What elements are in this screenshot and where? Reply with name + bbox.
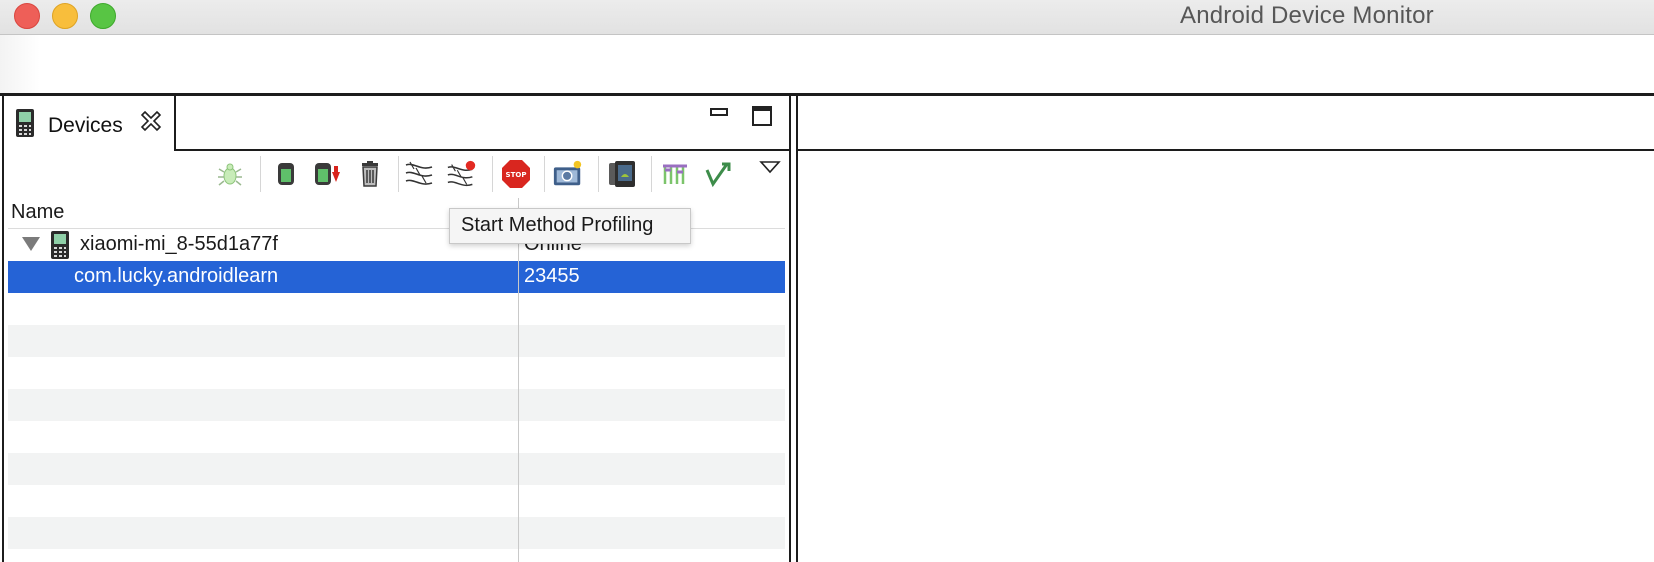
view-menu-icon[interactable]	[759, 160, 781, 179]
main-toolbar	[0, 35, 1654, 93]
process-pid: 23455	[524, 265, 580, 287]
dump-hprof-icon[interactable]	[312, 158, 344, 190]
column-divider[interactable]	[518, 198, 519, 562]
minimize-window-button[interactable]	[52, 3, 78, 29]
title-bar: Android Device Monitor	[0, 0, 1654, 35]
tab-devices-label: Devices	[48, 114, 123, 137]
tooltip: Start Method Profiling	[449, 208, 691, 244]
debug-process-icon[interactable]	[214, 158, 246, 190]
table-row-empty	[8, 389, 785, 421]
tab-devices[interactable]: Devices	[4, 96, 176, 151]
table-row-empty	[8, 517, 785, 549]
maximize-view-button[interactable]	[752, 106, 772, 126]
devices-toolbar: STOP	[4, 152, 785, 198]
table-row-empty	[8, 453, 785, 485]
start-opengl-trace-icon[interactable]	[702, 158, 734, 190]
systrace-icon[interactable]	[660, 158, 692, 190]
dump-view-hierarchy-icon[interactable]	[607, 158, 639, 190]
table-row-empty	[8, 485, 785, 517]
svg-text:STOP: STOP	[506, 171, 527, 179]
tab-baseline	[174, 149, 789, 151]
stop-process-icon[interactable]: STOP	[500, 158, 532, 190]
collapse-triangle-icon[interactable]	[22, 237, 40, 251]
table-row-process[interactable]: com.lucky.androidlearn 23455	[8, 261, 785, 293]
close-tab-icon[interactable]	[140, 110, 162, 137]
cause-gc-icon[interactable]	[354, 158, 386, 190]
minimize-view-button[interactable]	[710, 108, 728, 116]
editor-area	[796, 96, 1654, 562]
table-row-empty	[8, 421, 785, 453]
table-row-empty	[8, 293, 785, 325]
tab-baseline	[798, 149, 1654, 151]
close-window-button[interactable]	[14, 3, 40, 29]
window-title: Android Device Monitor	[1180, 2, 1434, 29]
screen-capture-icon[interactable]	[552, 158, 584, 190]
table-row-empty	[8, 325, 785, 357]
devices-view: Devices STOP Name xiaomi-mi_8-55d1a77f O…	[2, 96, 791, 562]
process-name: com.lucky.androidlearn	[74, 265, 279, 287]
column-header-name[interactable]: Name	[11, 201, 64, 224]
phone-icon	[14, 108, 36, 143]
update-heap-icon[interactable]	[270, 158, 302, 190]
devices-table: Name xiaomi-mi_8-55d1a77f Online com.luc…	[8, 198, 785, 562]
start-method-profiling-icon[interactable]	[446, 158, 478, 190]
table-row-empty	[8, 357, 785, 389]
device-name: xiaomi-mi_8-55d1a77f	[80, 233, 278, 255]
update-threads-icon[interactable]	[404, 158, 436, 190]
maximize-window-button[interactable]	[90, 3, 116, 29]
